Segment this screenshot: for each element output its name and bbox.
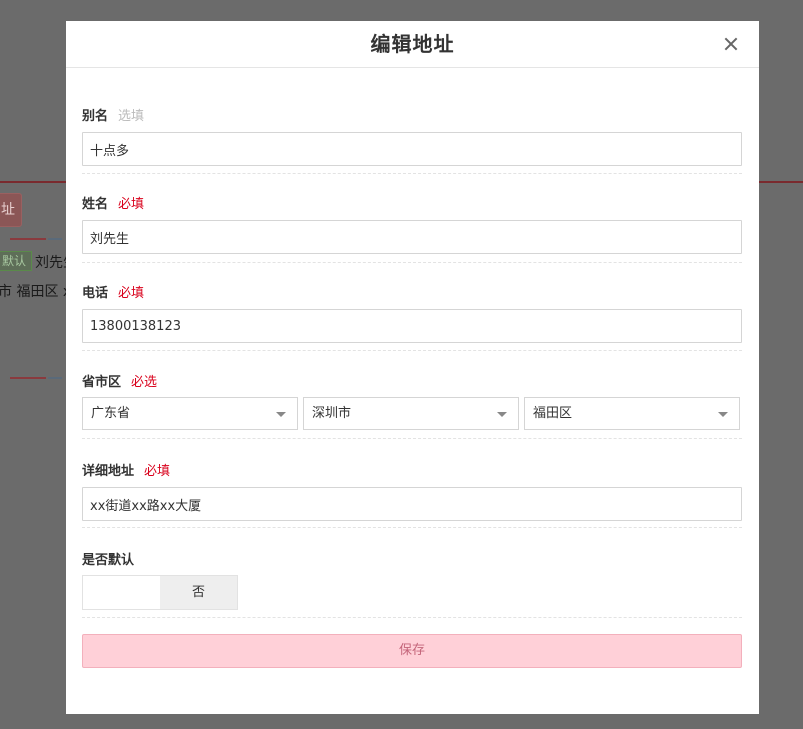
background-dash [48, 238, 62, 240]
city-select-value: 深圳市 [312, 406, 352, 421]
phone-required-hint: 必填 [118, 286, 145, 301]
background-add-address-button: 址 [0, 193, 22, 227]
name-field-group: 姓名 必填 [82, 174, 742, 263]
phone-field-group: 电话 必填 [82, 263, 742, 351]
default-toggle-yes-option[interactable] [83, 576, 160, 609]
phone-input[interactable] [82, 309, 742, 343]
background-dash [10, 377, 46, 379]
alias-optional-hint: 选填 [118, 109, 145, 124]
alias-input[interactable] [82, 132, 742, 166]
default-label: 是否默认 [82, 553, 135, 568]
background-dash [10, 238, 46, 240]
close-icon[interactable] [721, 34, 741, 54]
modal-header: 编辑地址 [66, 21, 759, 68]
chevron-down-icon [497, 412, 507, 417]
phone-label: 电话 [82, 286, 109, 301]
detail-address-field-group: 详细地址 必填 [82, 439, 742, 528]
district-select-value: 福田区 [533, 406, 573, 421]
region-required-hint: 必选 [131, 375, 158, 390]
alias-field-group: 别名 选填 [82, 68, 742, 174]
region-label: 省市区 [82, 375, 122, 390]
detail-address-label-row: 详细地址 必填 [82, 460, 742, 479]
alias-label-row: 别名 选填 [82, 105, 742, 124]
save-button-wrapper: 保存 [82, 618, 742, 668]
background-default-badge: 默认 [0, 251, 33, 271]
default-field-group: 是否默认 否 [82, 528, 742, 618]
name-required-hint: 必填 [118, 197, 145, 212]
region-label-row: 省市区 必选 [82, 371, 742, 390]
name-input[interactable] [82, 220, 742, 254]
chevron-down-icon [276, 412, 286, 417]
chevron-down-icon [718, 412, 728, 417]
phone-label-row: 电话 必填 [82, 282, 742, 301]
save-button[interactable]: 保存 [82, 634, 742, 668]
default-label-row: 是否默认 [82, 549, 742, 568]
default-toggle[interactable]: 否 [82, 575, 238, 610]
region-select-row: 广东省 深圳市 福田区 [82, 397, 742, 430]
detail-address-input[interactable] [82, 487, 742, 521]
default-toggle-no-option[interactable]: 否 [160, 576, 237, 609]
detail-address-required-hint: 必填 [144, 464, 171, 479]
modal-title: 编辑地址 [370, 32, 455, 56]
background-dash [48, 377, 62, 379]
name-label-row: 姓名 必填 [82, 193, 742, 212]
district-select[interactable]: 福田区 [524, 397, 740, 430]
name-label: 姓名 [82, 197, 109, 212]
region-field-group: 省市区 必选 广东省 深圳市 福田区 [82, 351, 742, 439]
province-select-value: 广东省 [91, 406, 131, 421]
province-select[interactable]: 广东省 [82, 397, 298, 430]
city-select[interactable]: 深圳市 [303, 397, 519, 430]
modal-body: 别名选填 姓名必填 电话必填 省市区必选 广东省 [66, 68, 759, 668]
alias-label: 别名 [82, 109, 109, 124]
detail-address-label: 详细地址 [82, 464, 135, 479]
edit-address-modal: 编辑地址 别名选填 姓名必填 电话必填 省市区必选 [66, 21, 759, 714]
